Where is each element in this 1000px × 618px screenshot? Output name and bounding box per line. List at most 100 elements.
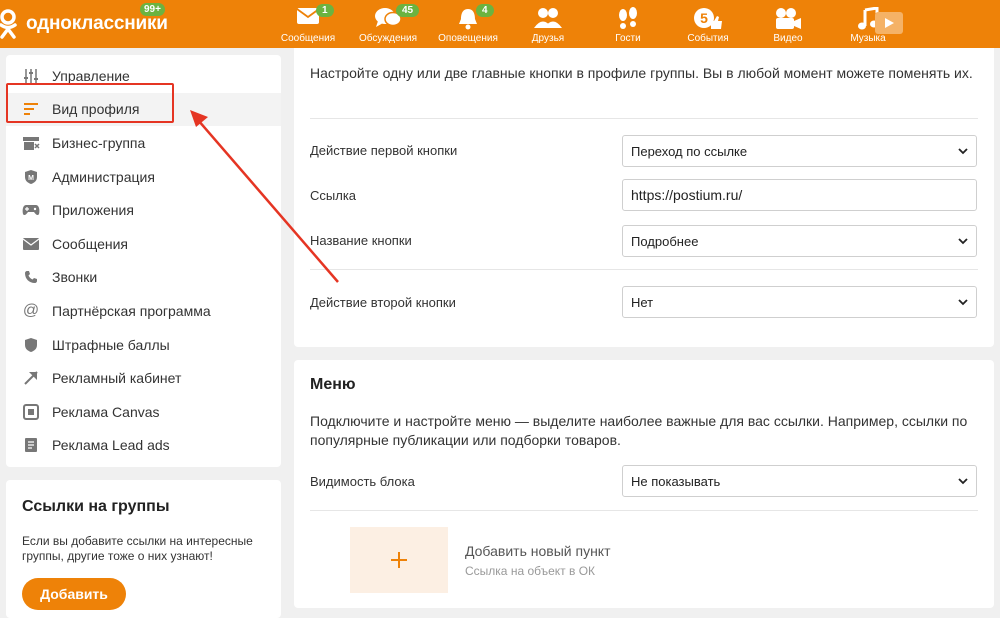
chevron-down-icon [958,148,968,155]
sidebar-item-canvas-ads[interactable]: Реклама Canvas [6,395,281,429]
visibility-label: Видимость блока [310,474,415,489]
nav-label: События [687,33,729,44]
sidebar-item-lead-ads[interactable]: Реклама Lead ads [6,429,281,463]
business-store-icon [22,134,40,152]
group-links-card: Ссылки на группы Если вы добавите ссылки… [6,480,281,618]
nav-label: Гости [615,33,641,44]
nav-messages[interactable]: 1 Сообщения [268,0,348,48]
megaphone-icon [22,369,40,387]
plus-icon [391,552,407,568]
phone-icon [22,268,40,286]
divider [310,510,978,511]
profile-buttons-card: Настройте одну или две главные кнопки в … [294,48,994,347]
play-icon [885,18,894,28]
sidebar-item-label: Звонки [52,269,98,286]
sidebar-item-label: Партнёрская программа [52,302,211,319]
menu-card: Меню Подключите и настройте меню — выдел… [294,360,994,608]
first-action-label: Действие первой кнопки [310,143,458,158]
svg-text:M: M [28,175,34,182]
first-action-value: Переход по ссылке [631,143,748,159]
sidebar-item-penalty-points[interactable]: Штрафные баллы [6,328,281,362]
sidebar-item-label: Приложения [52,202,134,219]
shield-icon [22,336,40,354]
svg-text:5: 5 [700,10,708,26]
group-links-description: Если вы добавите ссылки на интересные гр… [22,534,253,563]
sidebar-item-label: Бизнес-группа [52,134,146,151]
divider [310,118,978,119]
nav-video[interactable]: Видео [748,0,828,48]
canvas-icon [22,403,40,421]
divider [310,269,978,270]
ok-logo-icon [0,8,22,40]
friends-icon [534,8,562,28]
sidebar-item-business-group[interactable]: Бизнес-группа [6,126,281,160]
nav-label: Музыка [850,33,886,44]
add-link-button[interactable]: Добавить [22,578,126,610]
logo[interactable]: одноклассники 99+ [0,3,168,40]
top-bar: одноклассники 99+ 1 Сообщения 45 Обсужде… [0,0,1000,48]
document-icon [22,436,40,454]
sidebar-item-calls[interactable]: Звонки [6,261,281,295]
nav-badge: 4 [476,4,494,17]
envelope-icon [22,235,40,253]
menu-description: Подключите и настройте меню — выделите н… [310,413,968,448]
nav-events[interactable]: 5 События [668,0,748,48]
add-menu-item-button[interactable] [350,527,448,593]
link-label: Ссылка [310,188,357,203]
sidebar-item-management[interactable]: Управление [6,59,281,93]
nav-label: Видео [773,33,803,44]
nav-notifications[interactable]: 4 Оповещения [428,0,508,48]
sliders-icon [22,67,40,85]
nav-label: Обсуждения [358,33,418,44]
video-camera-icon [776,8,801,29]
sidebar-item-label: Администрация [52,168,155,185]
sidebar-item-label: Реклама Lead ads [52,437,170,454]
events-icon: 5 [694,8,722,29]
main-nav: 1 Сообщения 45 Обсуждения 4 Оповещения Д… [268,0,908,48]
nav-badge: 45 [396,4,420,17]
sidebar-item-partner-program[interactable]: @ Партнёрская программа [6,294,281,328]
add-menu-item-title: Добавить новый пункт [465,543,611,559]
link-input-value: https://postium.ru/ [631,187,743,203]
profile-layout-icon [22,100,40,118]
chevron-down-icon [958,478,968,485]
sidebar-item-ad-cabinet[interactable]: Рекламный кабинет [6,361,281,395]
nav-friends[interactable]: Друзья [508,0,588,48]
sidebar-item-administration[interactable]: M Администрация [6,160,281,194]
chevron-down-icon [958,299,968,306]
shield-icon: M [22,168,40,186]
gamepad-icon [22,201,40,219]
sidebar-item-messages[interactable]: Сообщения [6,227,281,261]
sidebar-item-profile-view[interactable]: Вид профиля [6,92,281,127]
nav-label: Друзья [531,33,565,44]
logo-text: одноклассники [26,13,168,34]
nav-discussions[interactable]: 45 Обсуждения [348,0,428,48]
sidebar-item-label: Рекламный кабинет [52,370,182,387]
logo-notification-badge: 99+ [140,3,165,16]
group-links-title: Ссылки на группы [22,498,170,515]
sidebar-item-label: Штрафные баллы [52,336,170,353]
sidebar-item-label: Управление [52,67,130,84]
nav-label: Оповещения [438,33,498,44]
add-menu-item-subtitle: Ссылка на объект в ОК [465,564,596,578]
sidebar-item-apps[interactable]: Приложения [6,193,281,227]
nav-label: Сообщения [280,33,336,44]
sidebar-item-label: Реклама Canvas [52,403,160,420]
play-button[interactable] [875,12,903,34]
visibility-value: Не показывать [631,473,721,489]
visibility-select[interactable]: Не показывать [622,465,977,497]
button-name-label: Название кнопки [310,233,412,248]
menu-title: Меню [310,376,356,393]
chevron-down-icon [958,238,968,245]
second-action-select[interactable]: Нет [622,286,977,318]
link-input[interactable]: https://postium.ru/ [622,179,977,211]
second-action-value: Нет [631,294,654,310]
group-settings-menu: Управление Вид профиля Бизнес-группа M А… [6,55,281,467]
button-name-value: Подробнее [631,233,699,249]
buttons-intro-text: Настройте одну или две главные кнопки в … [310,65,973,81]
sidebar-item-label: Вид профиля [52,101,140,118]
first-action-select[interactable]: Переход по ссылке [622,135,977,167]
button-name-select[interactable]: Подробнее [622,225,977,257]
second-action-label: Действие второй кнопки [310,295,456,310]
nav-guests[interactable]: Гости [588,0,668,48]
